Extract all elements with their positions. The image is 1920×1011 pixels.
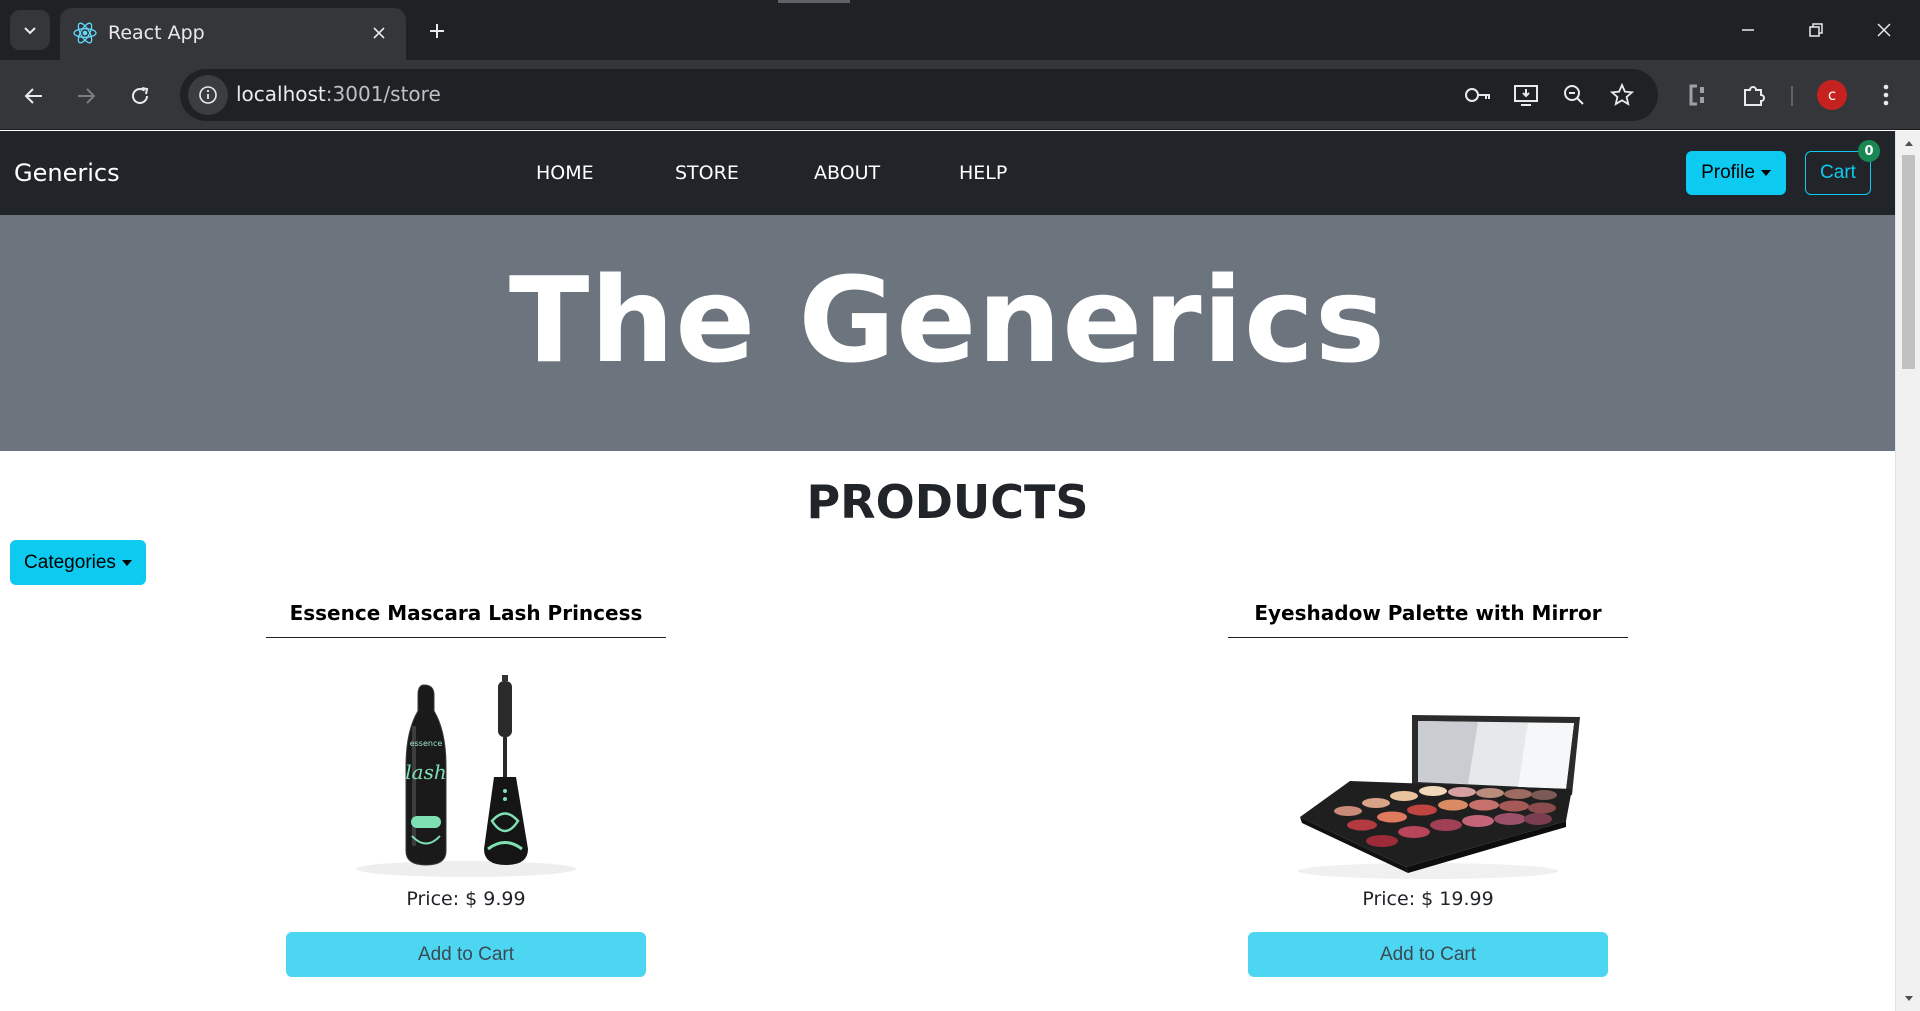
categories-dropdown-button[interactable]: Categories: [10, 540, 146, 585]
eyeshadow-palette-product-image: [1298, 715, 1580, 879]
product-price: Price: $ 19.99: [1362, 888, 1494, 910]
forward-button[interactable]: [66, 76, 106, 116]
nav-link-home[interactable]: HOME: [536, 162, 594, 184]
extension-button[interactable]: [1680, 77, 1716, 113]
puzzle-icon: [1744, 86, 1765, 106]
install-app-button[interactable]: [1510, 79, 1542, 111]
add-to-cart-button[interactable]: Add to Cart: [286, 932, 646, 977]
hero-banner: The Generics: [0, 215, 1895, 451]
hero-title: The Generics: [508, 251, 1387, 389]
add-to-cart-button[interactable]: Add to Cart: [1248, 932, 1608, 977]
toolbar-separator: [1791, 86, 1793, 106]
nav-link-help[interactable]: HELP: [959, 162, 1007, 184]
scrollbar-thumb[interactable]: [1902, 155, 1915, 369]
install-icon: [1514, 85, 1538, 106]
address-bar[interactable]: localhost:3001/store: [180, 69, 1658, 121]
product-price: Price: $ 9.99: [406, 888, 526, 910]
info-icon: [199, 86, 217, 104]
svg-text:lash: lash: [405, 760, 446, 784]
scroll-down-arrow-icon[interactable]: [1903, 993, 1914, 1004]
zoom-button[interactable]: [1558, 79, 1590, 111]
browser-toolbar: localhost:3001/store c: [0, 60, 1920, 130]
close-icon: [373, 27, 385, 39]
brand-logo-text[interactable]: Generics: [14, 159, 120, 187]
categories-button-label: Categories: [24, 551, 116, 573]
nav-link-about[interactable]: ABOUT: [814, 162, 880, 184]
minimize-icon: [1742, 29, 1754, 31]
extension-c-icon: [1689, 84, 1704, 106]
url-path: :3001/store: [325, 82, 441, 106]
profile-button-label: Profile: [1701, 162, 1755, 183]
extensions-menu-button[interactable]: [1736, 77, 1772, 113]
restore-icon: [1809, 23, 1823, 37]
browser-tab[interactable]: React App: [60, 8, 406, 60]
product-card: Essence Mascara Lash Princess essence la…: [266, 601, 666, 977]
page-scrollbar[interactable]: [1895, 131, 1920, 1011]
zoom-out-icon: [1564, 85, 1584, 105]
tabstrip-drag-marker: [778, 0, 850, 3]
tab-search-button[interactable]: [10, 10, 50, 50]
arrow-left-icon: [24, 88, 42, 104]
url-text: localhost:3001/store: [236, 82, 441, 106]
close-window-button[interactable]: [1856, 8, 1912, 52]
page-viewport: Generics HOME STORE ABOUT HELP Profile C…: [0, 131, 1895, 1011]
mascara-product-image: essence lash: [356, 675, 576, 877]
cart-count-badge: 0: [1858, 140, 1880, 162]
react-logo-icon: [73, 22, 97, 44]
product-card: Eyeshadow Palette with Mirror Price: $ 1…: [1228, 601, 1628, 977]
close-icon: [1877, 23, 1891, 37]
back-button[interactable]: [14, 76, 54, 116]
star-icon: [1610, 83, 1634, 106]
svg-text:essence: essence: [410, 739, 443, 748]
browser-tabstrip: React App: [0, 0, 1920, 60]
kebab-menu-icon: [1883, 84, 1889, 106]
restore-button[interactable]: [1788, 8, 1844, 52]
new-tab-button[interactable]: [420, 14, 454, 48]
key-icon: [1465, 88, 1490, 102]
plus-icon: [430, 24, 444, 38]
site-info-button[interactable]: [188, 75, 228, 115]
products-heading: PRODUCTS: [806, 475, 1089, 529]
profile-dropdown-button[interactable]: Profile: [1686, 151, 1786, 195]
minimize-button[interactable]: [1720, 8, 1776, 52]
bookmark-button[interactable]: [1606, 79, 1638, 111]
profile-avatar[interactable]: c: [1817, 80, 1847, 110]
chevron-down-icon: [24, 27, 36, 35]
product-title: Eyeshadow Palette with Mirror: [1228, 601, 1628, 638]
caret-down-icon: [121, 559, 132, 566]
reload-button[interactable]: [120, 76, 160, 116]
reload-icon: [132, 87, 149, 104]
tab-title: React App: [108, 22, 205, 44]
arrow-right-icon: [78, 88, 96, 104]
password-manager-button[interactable]: [1462, 79, 1494, 111]
site-navbar: Generics HOME STORE ABOUT HELP Profile C…: [0, 131, 1895, 215]
nav-link-store[interactable]: STORE: [675, 162, 739, 184]
caret-down-icon: [1760, 170, 1771, 176]
tab-close-button[interactable]: [366, 20, 392, 46]
browser-menu-button[interactable]: [1868, 77, 1904, 113]
scroll-up-arrow-icon[interactable]: [1903, 137, 1914, 148]
product-title: Essence Mascara Lash Princess: [266, 601, 666, 638]
url-host: localhost: [236, 82, 326, 106]
